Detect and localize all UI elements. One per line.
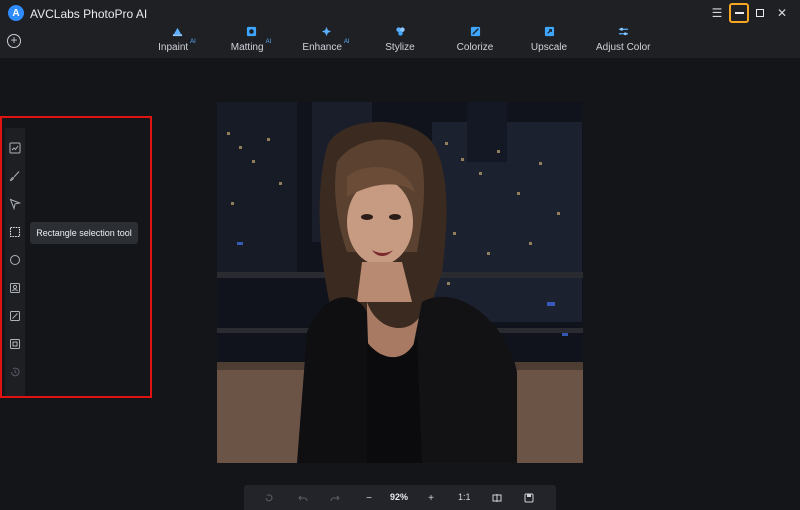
minus-icon: − [366,492,372,504]
tab-enhance-label: Enhance [302,42,342,53]
tab-enhance[interactable]: Enhance AI [300,26,352,54]
tab-matting-label: Matting [230,42,264,53]
tab-stylize[interactable]: Stylize [380,26,420,54]
upscale-icon [544,26,554,37]
maximize-button[interactable] [750,3,770,23]
title-bar: A AVCLabs PhotoPro AI + ☰ ✕ Inpaint AI Ma… [0,0,800,58]
tab-stylize-label: Stylize [385,42,415,53]
enhance-icon [321,26,331,37]
tab-adjust-color[interactable]: Adjust Color [596,26,650,54]
redo-icon [330,495,340,502]
app-title: AVCLabs PhotoPro AI [30,7,148,21]
colorize-icon [470,26,480,37]
actual-size-button[interactable]: 1:1 [458,492,471,502]
save-button[interactable] [520,490,538,506]
tab-matting[interactable]: Matting AI [226,26,276,54]
add-image-button[interactable]: + [7,34,21,48]
app-logo-icon: A [8,5,24,21]
compare-button[interactable] [488,490,506,506]
tool-tooltip: Rectangle selection tool [30,222,138,244]
tab-inpaint[interactable]: Inpaint AI [152,26,202,54]
close-icon: ✕ [776,6,788,20]
zoom-level: 92% [390,492,409,502]
undo-icon [298,495,308,502]
portrait-photo [217,102,583,463]
undo-button[interactable] [294,490,312,506]
ai-badge: AI [190,39,196,45]
menu-button[interactable]: ☰ [707,3,727,23]
ai-badge: AI [343,39,350,45]
canvas-image[interactable] [217,102,583,463]
compare-icon [492,494,502,502]
plus-icon: + [428,492,434,504]
matting-icon [246,26,256,37]
bottom-toolbar: − 92% + 1:1 [244,485,556,510]
adjust-color-icon [618,27,628,36]
reset-button[interactable] [260,490,278,506]
tab-adjust-color-label: Adjust Color [596,42,651,53]
tab-colorize-label: Colorize [456,42,494,53]
save-icon [524,493,534,503]
close-button[interactable]: ✕ [772,3,792,23]
zoom-out-button[interactable]: − [360,490,378,506]
stylize-icon [395,27,405,36]
tab-colorize[interactable]: Colorize [454,26,496,54]
inpaint-icon [172,27,182,37]
maximize-icon [756,9,764,17]
zoom-in-button[interactable]: + [422,490,440,506]
tab-upscale[interactable]: Upscale [528,26,570,54]
reset-icon [265,494,273,502]
tool-panel-highlight [0,116,152,398]
minimize-button[interactable] [729,3,749,23]
minimize-icon [734,12,744,14]
hamburger-icon: ☰ [711,6,723,20]
tab-upscale-label: Upscale [530,42,568,53]
tab-inpaint-label: Inpaint [158,42,189,53]
redo-button[interactable] [326,490,344,506]
ai-badge: AI [265,39,272,45]
